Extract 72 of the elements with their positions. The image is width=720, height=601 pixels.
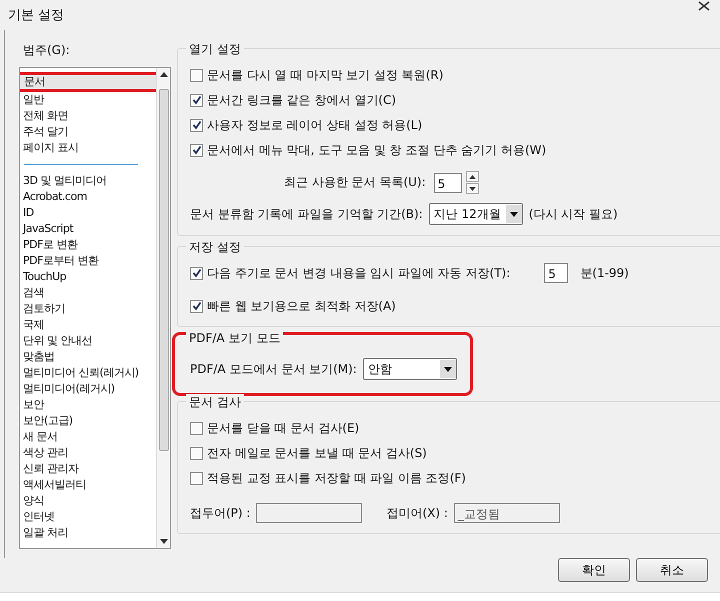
checkbox-label: 전자 메일로 문서를 보낼 때 문서 검사(S) <box>207 444 427 462</box>
category-item[interactable]: TouchUp <box>20 269 156 285</box>
checkbox-label: 문서에서 메뉴 막대, 도구 모음 및 창 조절 단추 숨기기 허용(W) <box>207 142 546 158</box>
caret-icon <box>444 366 452 372</box>
ok-button[interactable]: 확인 <box>558 558 630 582</box>
checkbox[interactable] <box>190 144 203 156</box>
category-item[interactable]: 국제 <box>20 317 156 333</box>
category-item[interactable]: 문서 <box>20 72 156 92</box>
category-item[interactable]: 인터넷 <box>20 509 156 525</box>
category-item[interactable]: 멀티미디어 신뢰(레거시) <box>20 365 156 381</box>
category-label: 범주(G): <box>23 42 71 59</box>
category-item[interactable]: 양식 <box>20 493 156 509</box>
checkbox[interactable] <box>190 472 203 484</box>
category-item[interactable]: 액세서빌러티 <box>20 477 156 493</box>
category-item[interactable]: 보안 <box>20 397 156 413</box>
category-item[interactable]: 전체 화면 <box>20 108 156 124</box>
checkbox[interactable] <box>190 300 203 312</box>
checkbox-label: 문서를 닫을 때 문서 검사(E) <box>207 420 360 436</box>
checkbox-label: 문서간 링크를 같은 창에서 열기(C) <box>207 92 396 108</box>
checkbox[interactable] <box>190 422 203 434</box>
category-item[interactable]: 일괄 처리 <box>20 525 156 541</box>
dropdown[interactable]: 안함 <box>362 358 457 380</box>
checkbox-label: 빠른 웹 보기용으로 최적화 저장(A) <box>207 298 396 314</box>
category-item[interactable]: 맞춤법 <box>20 349 156 365</box>
input-field[interactable]: 5 <box>434 172 462 192</box>
category-item[interactable]: 단위 및 안내선 <box>20 333 156 349</box>
category-item[interactable]: PDF로부터 변환 <box>20 253 156 269</box>
checkbox[interactable] <box>190 118 203 132</box>
category-item[interactable]: 일반 <box>20 92 156 108</box>
window-title: 기본 설정 <box>8 7 64 24</box>
unit-label: 분(1-99) <box>580 264 629 282</box>
category-item[interactable]: 신뢰 관리자 <box>20 461 156 477</box>
group-title: PDF/A 보기 모드 <box>186 330 284 347</box>
category-item[interactable]: 멀티미디어(레거시) <box>20 381 156 397</box>
scrollbar[interactable] <box>156 68 170 548</box>
checkbox[interactable] <box>190 266 203 280</box>
category-item[interactable]: 색상 관리 <box>20 445 156 461</box>
checkbox-label: 다음 주기로 문서 변경 내용을 임시 파일에 자동 저장(T): <box>207 264 510 282</box>
category-item[interactable]: 페이지 표시 <box>20 140 156 156</box>
group-title: 저장 설정 <box>186 239 244 256</box>
cancel-button[interactable]: 취소 <box>636 558 708 582</box>
category-item[interactable]: 새 문서 <box>20 429 156 445</box>
category-item[interactable]: 3D 및 멀티미디어 <box>20 173 156 189</box>
checkbox[interactable] <box>190 446 203 460</box>
spinner-buttons[interactable] <box>466 171 479 194</box>
category-item[interactable]: Acrobat.com <box>20 189 156 205</box>
input-field[interactable]: 5 <box>544 263 568 283</box>
category-item[interactable]: 검색 <box>20 285 156 301</box>
checkbox-label: 사용자 정보로 레이어 상태 설정 허용(L) <box>207 116 422 134</box>
category-item[interactable]: ID <box>20 205 156 221</box>
note-label: (다시 시작 필요) <box>528 206 618 222</box>
category-item[interactable]: 주석 달기 <box>20 124 156 140</box>
field-label: 접두어(P) : <box>190 504 250 522</box>
scroll-up-icon[interactable] <box>160 72 168 77</box>
field-label: 문서 분류함 기록에 파일을 기억할 기간(B): <box>190 206 423 222</box>
field-label: 최근 사용한 문서 목록(U): <box>284 174 426 191</box>
group-title: 열기 설정 <box>186 41 244 58</box>
checkbox-label: 적용된 교정 표시를 저장할 때 파일 이름 조정(F) <box>207 470 466 486</box>
category-item[interactable]: 보안(고급) <box>20 413 156 429</box>
caret-icon <box>510 212 518 216</box>
field-label: 접미어(X) : <box>386 504 448 522</box>
checkbox[interactable] <box>190 94 203 106</box>
checkbox-label: 문서를 다시 열 때 마지막 보기 설정 복원(R) <box>207 66 444 84</box>
category-item[interactable]: PDF로 변환 <box>20 237 156 253</box>
field-label: PDF/A 모드에서 문서 보기(M): <box>190 360 357 378</box>
checkbox[interactable] <box>190 68 203 82</box>
dropdown[interactable]: 지난 12개월 <box>428 203 523 225</box>
close-icon[interactable] <box>698 1 710 11</box>
category-item[interactable]: JavaScript <box>20 221 156 237</box>
scroll-down-icon[interactable] <box>160 539 168 544</box>
category-item[interactable]: 검토하기 <box>20 301 156 317</box>
group-title: 문서 검사 <box>186 394 244 411</box>
